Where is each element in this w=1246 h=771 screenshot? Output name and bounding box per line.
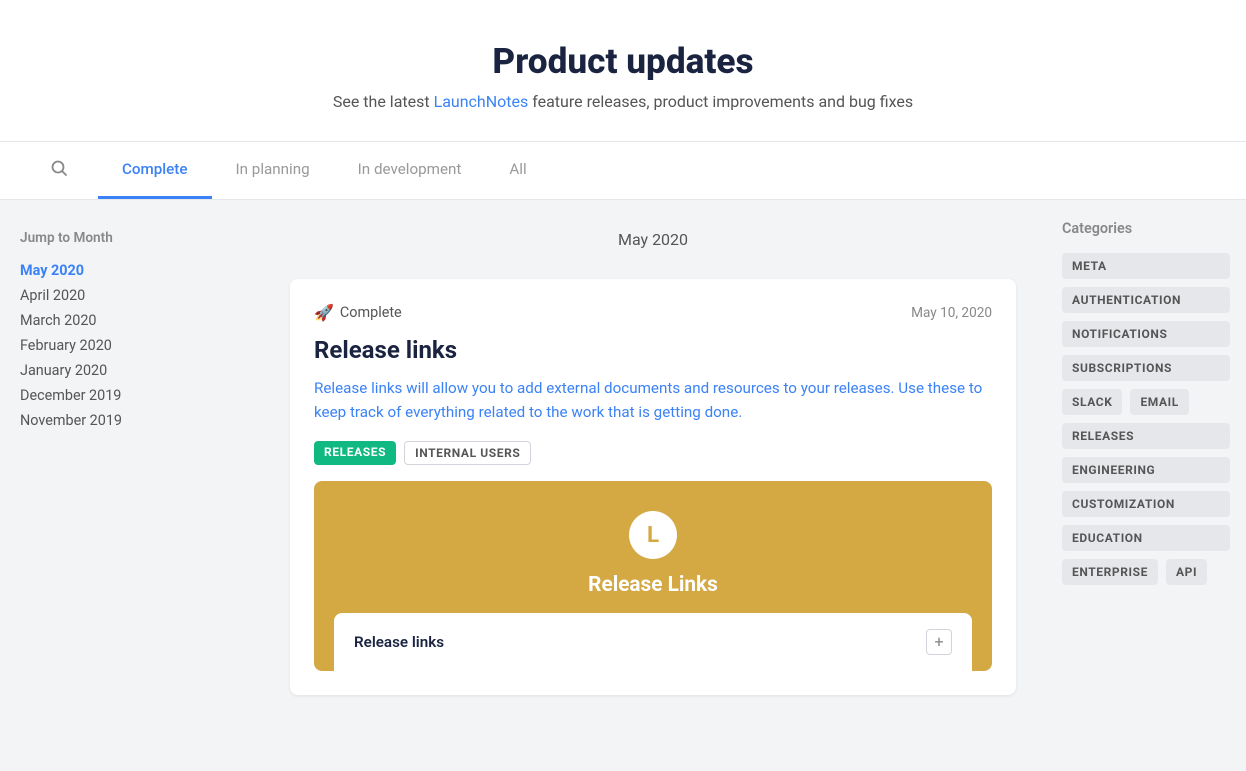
post-description: Release links will allow you to add exte… [314, 376, 992, 425]
category-row-slack-email: SLACK EMAIL [1062, 389, 1230, 415]
sidebar-item-may-2020[interactable]: May 2020 [20, 258, 240, 283]
page-title: Product updates [20, 40, 1226, 82]
post-tags: RELEASES INTERNAL USERS [314, 441, 992, 465]
sidebar-item-february-2020[interactable]: February 2020 [20, 333, 240, 358]
tab-in-development[interactable]: In development [334, 142, 486, 199]
category-engineering[interactable]: ENGINEERING [1062, 457, 1230, 483]
tag-releases[interactable]: RELEASES [314, 441, 396, 465]
main-layout: Jump to Month May 2020 April 2020 March … [0, 200, 1246, 771]
category-subscriptions[interactable]: SUBSCRIPTIONS [1062, 355, 1230, 381]
preview-inner: Release links + [334, 613, 972, 671]
sidebar-item-april-2020[interactable]: April 2020 [20, 283, 240, 308]
category-authentication[interactable]: AUTHENTICATION [1062, 287, 1230, 313]
category-email[interactable]: EMAIL [1130, 389, 1188, 415]
tab-in-planning[interactable]: In planning [212, 142, 334, 199]
tab-complete[interactable]: Complete [98, 142, 212, 199]
preview-logo: L [629, 511, 677, 559]
page-subtitle: See the latest LaunchNotes feature relea… [20, 92, 1226, 111]
post-preview: L Release Links Release links + [314, 481, 992, 671]
category-releases[interactable]: RELEASES [1062, 423, 1230, 449]
sidebar-item-march-2020[interactable]: March 2020 [20, 308, 240, 333]
post-status: 🚀 Complete [314, 303, 402, 322]
post-date: May 10, 2020 [911, 305, 992, 321]
nav-bar: Complete In planning In development All [0, 141, 1246, 200]
nav-tabs: Complete In planning In development All [98, 142, 551, 199]
page-header: Product updates See the latest LaunchNot… [0, 0, 1246, 141]
category-enterprise[interactable]: ENTERPRISE [1062, 559, 1158, 585]
preview-title: Release Links [588, 573, 718, 597]
sidebar-item-december-2019[interactable]: December 2019 [20, 383, 240, 408]
category-customization[interactable]: CUSTOMIZATION [1062, 491, 1230, 517]
post-meta: 🚀 Complete May 10, 2020 [314, 303, 992, 322]
category-api[interactable]: API [1166, 559, 1207, 585]
sidebar: Jump to Month May 2020 April 2020 March … [0, 200, 260, 771]
categories-title: Categories [1062, 220, 1230, 237]
categories-panel: Categories META AUTHENTICATION NOTIFICAT… [1046, 200, 1246, 771]
category-meta[interactable]: META [1062, 253, 1230, 279]
content-area: May 2020 🚀 Complete May 10, 2020 Release… [260, 200, 1046, 771]
sidebar-item-november-2019[interactable]: November 2019 [20, 408, 240, 433]
tag-internal-users[interactable]: INTERNAL USERS [404, 441, 531, 465]
sidebar-jump-label: Jump to Month [20, 230, 240, 246]
category-education[interactable]: EDUCATION [1062, 525, 1230, 551]
category-row-enterprise-api: ENTERPRISE API [1062, 559, 1230, 585]
sidebar-item-january-2020[interactable]: January 2020 [20, 358, 240, 383]
preview-inner-title: Release links [354, 633, 444, 651]
preview-plus-button[interactable]: + [926, 629, 952, 655]
tab-all[interactable]: All [485, 142, 550, 199]
post-title: Release links [314, 336, 992, 364]
search-icon[interactable] [40, 143, 78, 198]
category-notifications[interactable]: NOTIFICATIONS [1062, 321, 1230, 347]
post-card: 🚀 Complete May 10, 2020 Release links Re… [290, 279, 1016, 695]
month-header: May 2020 [290, 220, 1016, 259]
category-slack[interactable]: SLACK [1062, 389, 1122, 415]
launchnotes-link[interactable]: LaunchNotes [434, 92, 529, 111]
rocket-icon: 🚀 [314, 303, 334, 322]
